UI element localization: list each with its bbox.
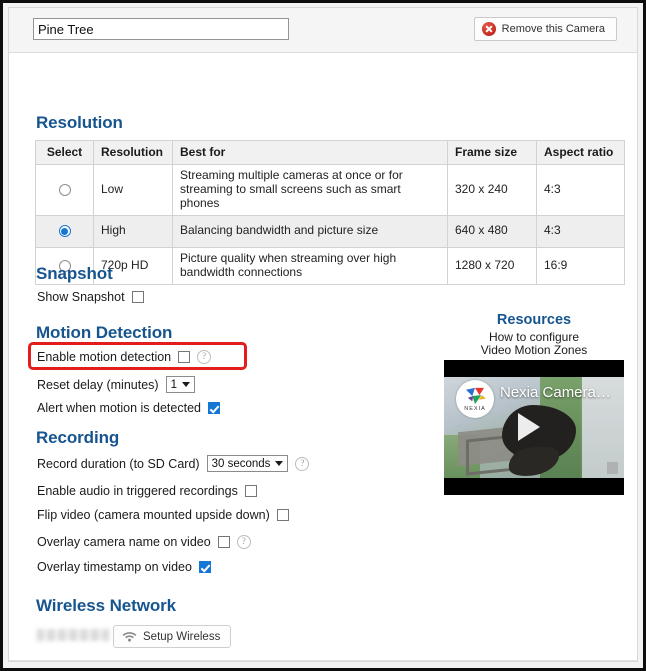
setup-wireless-label: Setup Wireless bbox=[143, 630, 221, 643]
enable-audio-checkbox[interactable] bbox=[244, 485, 257, 497]
overlay-timestamp-label: Overlay timestamp on video bbox=[37, 560, 192, 574]
reset-delay-select[interactable]: 1 bbox=[165, 376, 195, 393]
row-select-cell[interactable] bbox=[35, 164, 94, 216]
resources-subtitle-line1: How to configure bbox=[488, 330, 580, 344]
table-row[interactable]: 720p HD Picture quality when streaming o… bbox=[35, 246, 625, 285]
row-aspect-ratio: 4:3 bbox=[536, 214, 625, 248]
camera-name-input[interactable] bbox=[33, 18, 289, 40]
page-frame: Remove this Camera Resolution Select Res… bbox=[0, 0, 646, 671]
resolution-radio-low[interactable] bbox=[58, 183, 71, 196]
alert-motion-checkbox[interactable] bbox=[207, 402, 220, 414]
row-best-for: Picture quality when streaming over high… bbox=[172, 246, 448, 285]
row-resolution: Low bbox=[93, 164, 173, 216]
column-header-select: Select bbox=[35, 140, 94, 165]
wireless-network-heading: Wireless Network bbox=[36, 596, 176, 615]
remove-camera-button[interactable]: Remove this Camera bbox=[473, 17, 617, 41]
help-circle-icon[interactable]: ? bbox=[295, 456, 310, 471]
record-duration-value: 30 seconds bbox=[211, 457, 271, 470]
wifi-icon bbox=[122, 632, 137, 642]
snapshot-heading: Snapshot bbox=[36, 264, 113, 283]
wireless-ssid-redacted bbox=[37, 629, 109, 641]
enable-motion-label: Enable motion detection bbox=[37, 350, 172, 364]
resources-subtitle: How to configure Video Motion Zones bbox=[444, 330, 624, 358]
remove-circle-icon bbox=[481, 22, 496, 36]
enable-audio-row: Enable audio in triggered recordings bbox=[37, 484, 257, 498]
footer-divider bbox=[9, 660, 637, 661]
nexia-mark-icon bbox=[466, 387, 486, 404]
flip-video-checkbox[interactable] bbox=[276, 509, 289, 521]
nexia-logo: NEXIA bbox=[456, 380, 494, 418]
overlay-name-label: Overlay camera name on video bbox=[37, 535, 211, 549]
flip-video-label: Flip video (camera mounted upside down) bbox=[37, 508, 270, 522]
resources-video-player[interactable]: NEXIA Nexia Camera… bbox=[444, 360, 624, 495]
video-thumb-badge bbox=[607, 462, 618, 474]
remove-camera-label: Remove this Camera bbox=[501, 23, 605, 35]
overlay-name-checkbox[interactable] bbox=[217, 536, 230, 548]
enable-motion-checkbox[interactable] bbox=[178, 351, 191, 363]
play-icon[interactable] bbox=[518, 413, 540, 441]
help-circle-icon[interactable]: ? bbox=[197, 350, 212, 364]
settings-panel: Remove this Camera Resolution Select Res… bbox=[8, 7, 638, 662]
row-frame-size: 320 x 240 bbox=[447, 164, 537, 216]
show-snapshot-row: Show Snapshot bbox=[37, 290, 144, 304]
video-title: Nexia Camera… bbox=[500, 384, 611, 401]
chevron-down-icon bbox=[181, 382, 190, 387]
enable-audio-label: Enable audio in triggered recordings bbox=[37, 484, 238, 498]
table-row[interactable]: Low Streaming multiple cameras at once o… bbox=[35, 164, 625, 216]
record-duration-label: Record duration (to SD Card) bbox=[37, 456, 200, 471]
row-frame-size: 640 x 480 bbox=[447, 214, 537, 248]
column-header-best-for: Best for bbox=[172, 140, 448, 165]
reset-delay-label: Reset delay (minutes) bbox=[37, 377, 159, 392]
resolution-table: Select Resolution Best for Frame size As… bbox=[35, 140, 625, 285]
row-best-for: Balancing bandwidth and picture size bbox=[172, 214, 448, 248]
record-duration-row: Record duration (to SD Card) 30 seconds … bbox=[37, 455, 310, 472]
row-best-for: Streaming multiple cameras at once or fo… bbox=[172, 164, 448, 216]
column-header-frame-size: Frame size bbox=[447, 140, 537, 165]
row-resolution: High bbox=[93, 214, 173, 248]
table-header-row: Select Resolution Best for Frame size As… bbox=[35, 140, 625, 165]
panel-header: Remove this Camera bbox=[9, 8, 637, 53]
reset-delay-value: 1 bbox=[170, 378, 177, 391]
row-select-cell[interactable] bbox=[35, 214, 94, 248]
resources-subtitle-line2: Video Motion Zones bbox=[480, 343, 588, 358]
overlay-timestamp-checkbox[interactable] bbox=[198, 561, 211, 573]
reset-delay-row: Reset delay (minutes) 1 bbox=[37, 376, 195, 393]
enable-motion-row: Enable motion detection ? bbox=[37, 350, 212, 364]
alert-motion-row: Alert when motion is detected bbox=[37, 401, 220, 415]
show-snapshot-checkbox[interactable] bbox=[131, 291, 144, 303]
resolution-heading: Resolution bbox=[36, 113, 123, 132]
column-header-resolution: Resolution bbox=[93, 140, 173, 165]
motion-detection-heading: Motion Detection bbox=[36, 323, 173, 342]
overlay-timestamp-row: Overlay timestamp on video bbox=[37, 560, 211, 574]
row-frame-size: 1280 x 720 bbox=[447, 246, 537, 285]
table-row[interactable]: High Balancing bandwidth and picture siz… bbox=[35, 214, 625, 248]
resolution-radio-high[interactable] bbox=[58, 225, 71, 238]
show-snapshot-label: Show Snapshot bbox=[37, 290, 125, 304]
flip-video-row: Flip video (camera mounted upside down) bbox=[37, 508, 289, 522]
column-header-aspect-ratio: Aspect ratio bbox=[536, 140, 625, 165]
record-duration-select[interactable]: 30 seconds bbox=[206, 455, 289, 472]
overlay-name-row: Overlay camera name on video ? bbox=[37, 535, 251, 549]
help-circle-icon[interactable]: ? bbox=[236, 535, 251, 549]
setup-wireless-button[interactable]: Setup Wireless bbox=[113, 625, 232, 648]
row-aspect-ratio: 4:3 bbox=[536, 164, 625, 216]
row-aspect-ratio: 16:9 bbox=[536, 246, 625, 285]
resources-heading: Resources bbox=[496, 312, 572, 328]
recording-heading: Recording bbox=[36, 428, 120, 447]
alert-motion-label: Alert when motion is detected bbox=[37, 401, 201, 415]
chevron-down-icon bbox=[275, 461, 284, 466]
nexia-brand-label: NEXIA bbox=[464, 405, 486, 412]
